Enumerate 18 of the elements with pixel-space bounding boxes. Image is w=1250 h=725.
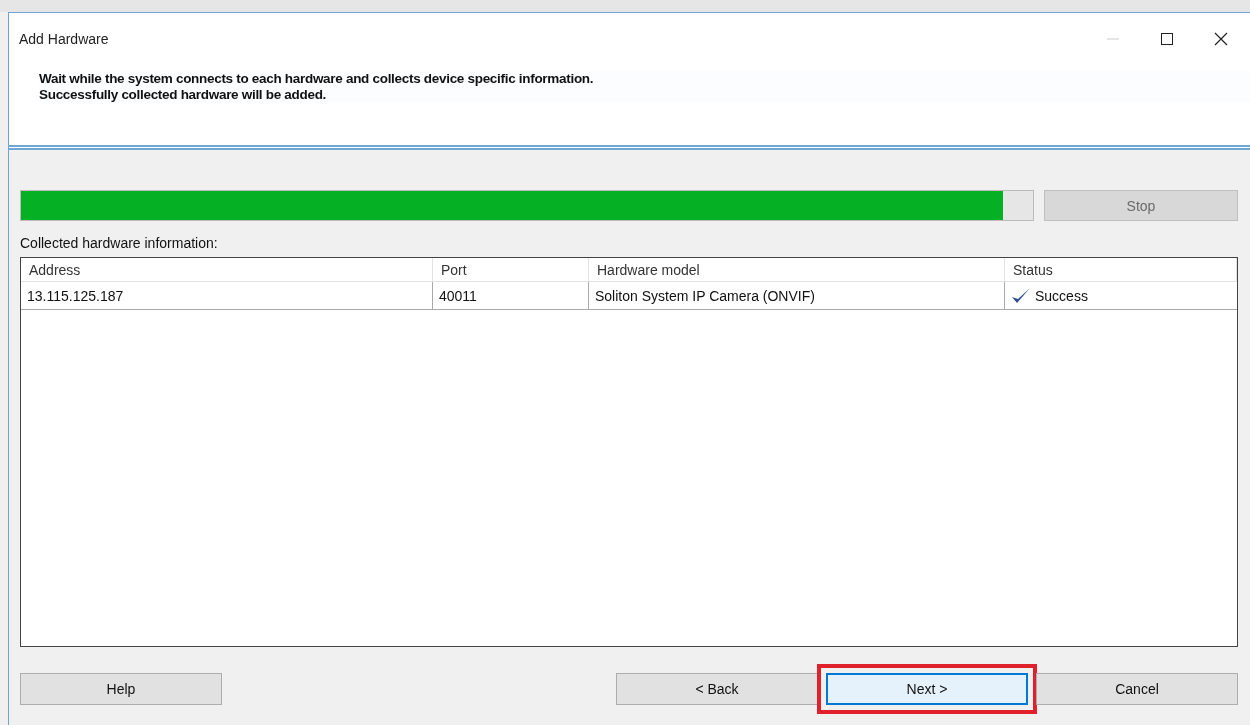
dialog-button[interactable]: < Back <box>616 673 818 705</box>
table-label: Collected hardware information: <box>20 235 219 251</box>
column-header[interactable]: Status <box>1005 258 1237 282</box>
instruction-text: Wait while the system connects to each hardware and collects device specific information. <box>39 71 595 87</box>
window-title: Add Hardware <box>19 31 109 47</box>
dialog-button[interactable]: Next > <box>826 673 1028 705</box>
column-header[interactable]: Port <box>433 258 589 282</box>
column-header[interactable]: Hardware model <box>589 258 1005 282</box>
column-header[interactable]: Address <box>21 258 433 282</box>
close-icon[interactable] <box>1214 32 1228 46</box>
dialog-button[interactable]: Help <box>20 673 222 705</box>
table-cell: 13.115.125.187 <box>21 282 433 310</box>
table-cell: 40011 <box>433 282 589 310</box>
table-cell: Soliton System IP Camera (ONVIF) <box>589 282 1005 310</box>
instruction-text: Successfully collected hardware will be added. <box>39 87 328 103</box>
status-text: Success <box>1035 286 1088 306</box>
maximize-icon[interactable] <box>1160 32 1174 46</box>
dialog-button[interactable]: Cancel <box>1036 673 1238 705</box>
